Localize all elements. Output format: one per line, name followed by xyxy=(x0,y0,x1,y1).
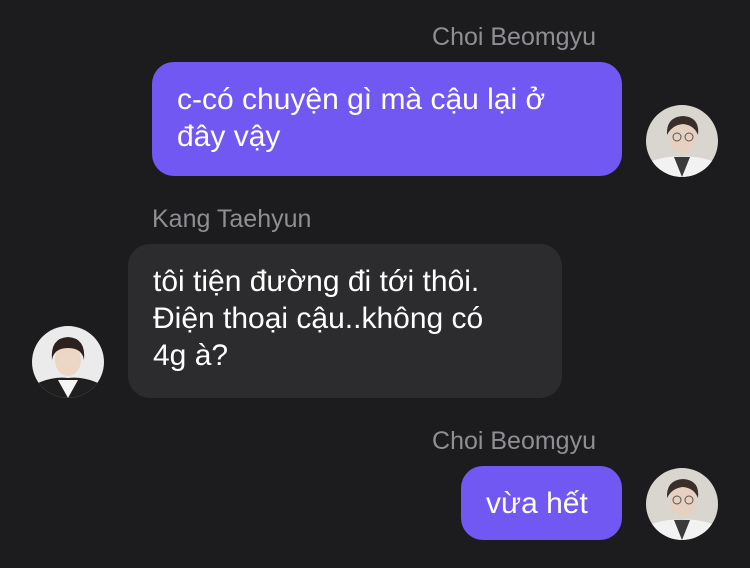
sender-name: Kang Taehyun xyxy=(152,205,312,233)
message-bubble[interactable]: tôi tiện đường đi tới thôi. Điện thoại c… xyxy=(128,244,562,398)
taehyun-avatar[interactable] xyxy=(32,326,104,398)
sender-name: Choi Beomgyu xyxy=(432,23,596,51)
message-text: vừa hết xyxy=(486,487,588,520)
beomgyu-avatar[interactable] xyxy=(646,468,718,540)
sender-name: Choi Beomgyu xyxy=(432,427,596,455)
message-bubble[interactable]: vừa hết xyxy=(461,466,622,540)
message-text: tôi tiện đường đi tới thôi. Điện thoại c… xyxy=(153,265,484,372)
beomgyu-avatar[interactable] xyxy=(646,105,718,177)
message-text: c-có chuyện gì mà cậu lại ở đây vậy xyxy=(177,83,546,153)
message-bubble[interactable]: c-có chuyện gì mà cậu lại ở đây vậy xyxy=(152,62,622,176)
